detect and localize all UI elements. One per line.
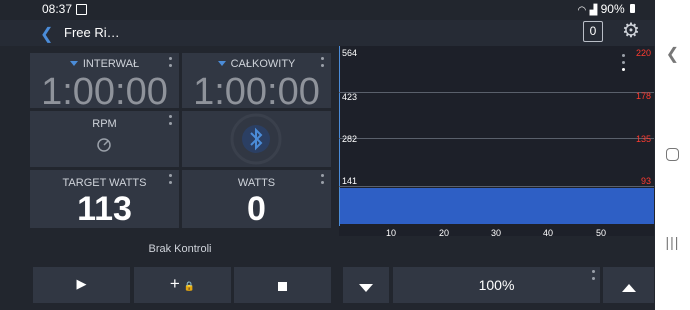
intensity-button[interactable]: 100% — [393, 267, 600, 303]
target-watts-label: TARGET WATTS — [62, 177, 147, 189]
y-tick-label: 564 — [342, 48, 358, 58]
total-tile[interactable]: CAŁKOWITY 1:00:00 — [182, 53, 331, 113]
power-chart[interactable]: 564 423 282 141 220 178 135 93 10 20 30 … — [339, 46, 654, 238]
y-tick-label: 423 — [342, 92, 358, 102]
count-badge[interactable]: 0 — [583, 21, 603, 42]
back-arrow-icon[interactable]: ❮ — [40, 24, 53, 44]
target-watts-tile[interactable]: TARGET WATTS 113 — [30, 170, 179, 228]
dropdown-icon — [217, 61, 226, 66]
bluetooth-tile[interactable] — [182, 111, 331, 167]
recents-icon[interactable]: ||| — [655, 234, 690, 250]
gauge-icon — [96, 137, 112, 153]
gridline — [339, 92, 654, 93]
stop-button[interactable] — [234, 267, 331, 303]
interval-value: 1:00:00 — [41, 71, 168, 113]
watts-value: 0 — [247, 190, 266, 228]
total-value: 1:00:00 — [193, 71, 320, 113]
app-bar: ❮ Free Ri… 0 ⚙ — [0, 20, 655, 46]
system-nav-bar: ❮ ||| — [655, 0, 690, 310]
stop-icon — [234, 278, 331, 296]
interval-label-text: INTERWAŁ — [82, 58, 140, 70]
bluetooth-icon[interactable] — [230, 113, 282, 165]
interval-tile[interactable]: INTERWAŁ 1:00:00 — [30, 53, 179, 113]
image-icon — [76, 4, 87, 15]
x-tick-label: 10 — [386, 228, 397, 238]
x-tick-label: 30 — [491, 228, 502, 238]
rpm-tile[interactable]: RPM — [30, 111, 179, 167]
y2-tick-label: 178 — [635, 91, 651, 101]
back-icon[interactable]: ❮ — [655, 44, 690, 64]
home-icon[interactable] — [655, 148, 690, 166]
status-right: ◠ ▟ 90% — [578, 2, 656, 16]
signal-icon: ▟ — [589, 5, 598, 16]
wifi-icon: ◠ — [577, 5, 587, 16]
status-time: 08:37 — [42, 2, 73, 16]
play-button[interactable]: ▶ — [33, 267, 130, 303]
triangle-down-icon — [343, 279, 389, 297]
total-label-text: CAŁKOWITY — [230, 58, 296, 70]
x-tick-label: 50 — [596, 228, 607, 238]
y-tick-label: 141 — [342, 176, 358, 186]
gridline — [339, 138, 654, 139]
battery-icon — [630, 4, 635, 13]
power-area — [340, 188, 654, 224]
target-watts-value: 113 — [77, 190, 132, 228]
decrease-button[interactable] — [343, 267, 389, 303]
control-status: Brak Kontroli — [148, 243, 212, 255]
y2-tick-label: 135 — [635, 134, 651, 144]
play-icon: ▶ — [76, 276, 87, 291]
x-tick-label: 20 — [439, 228, 450, 238]
y2-tick-label: 220 — [635, 48, 651, 58]
increase-button[interactable] — [603, 267, 654, 303]
lock-icon: 🔒 — [183, 281, 196, 291]
interval-label: INTERWAŁ — [30, 58, 179, 70]
y-tick-label: 282 — [342, 134, 358, 144]
dropdown-icon — [69, 61, 78, 66]
watts-label: WATTS — [237, 177, 276, 189]
page-title: Free Ri… — [64, 25, 120, 40]
triangle-up-icon — [603, 279, 654, 297]
watts-tile[interactable]: WATTS 0 — [182, 170, 331, 228]
add-button[interactable]: + 🔒 — [134, 267, 231, 303]
gridline — [339, 186, 654, 187]
battery-percent: 90% — [600, 2, 625, 16]
gear-icon[interactable]: ⚙ — [622, 18, 640, 43]
plus-icon: + 🔒 — [169, 274, 196, 293]
total-label: CAŁKOWITY — [182, 58, 331, 70]
status-bar: 08:37 ◠ ▟ 90% — [0, 0, 655, 20]
y2-tick-label: 93 — [640, 176, 651, 186]
rpm-label: RPM — [92, 118, 117, 130]
chart-menu-icon[interactable] — [622, 54, 625, 75]
intensity-value: 100% — [478, 277, 515, 293]
x-tick-label: 40 — [543, 228, 554, 238]
